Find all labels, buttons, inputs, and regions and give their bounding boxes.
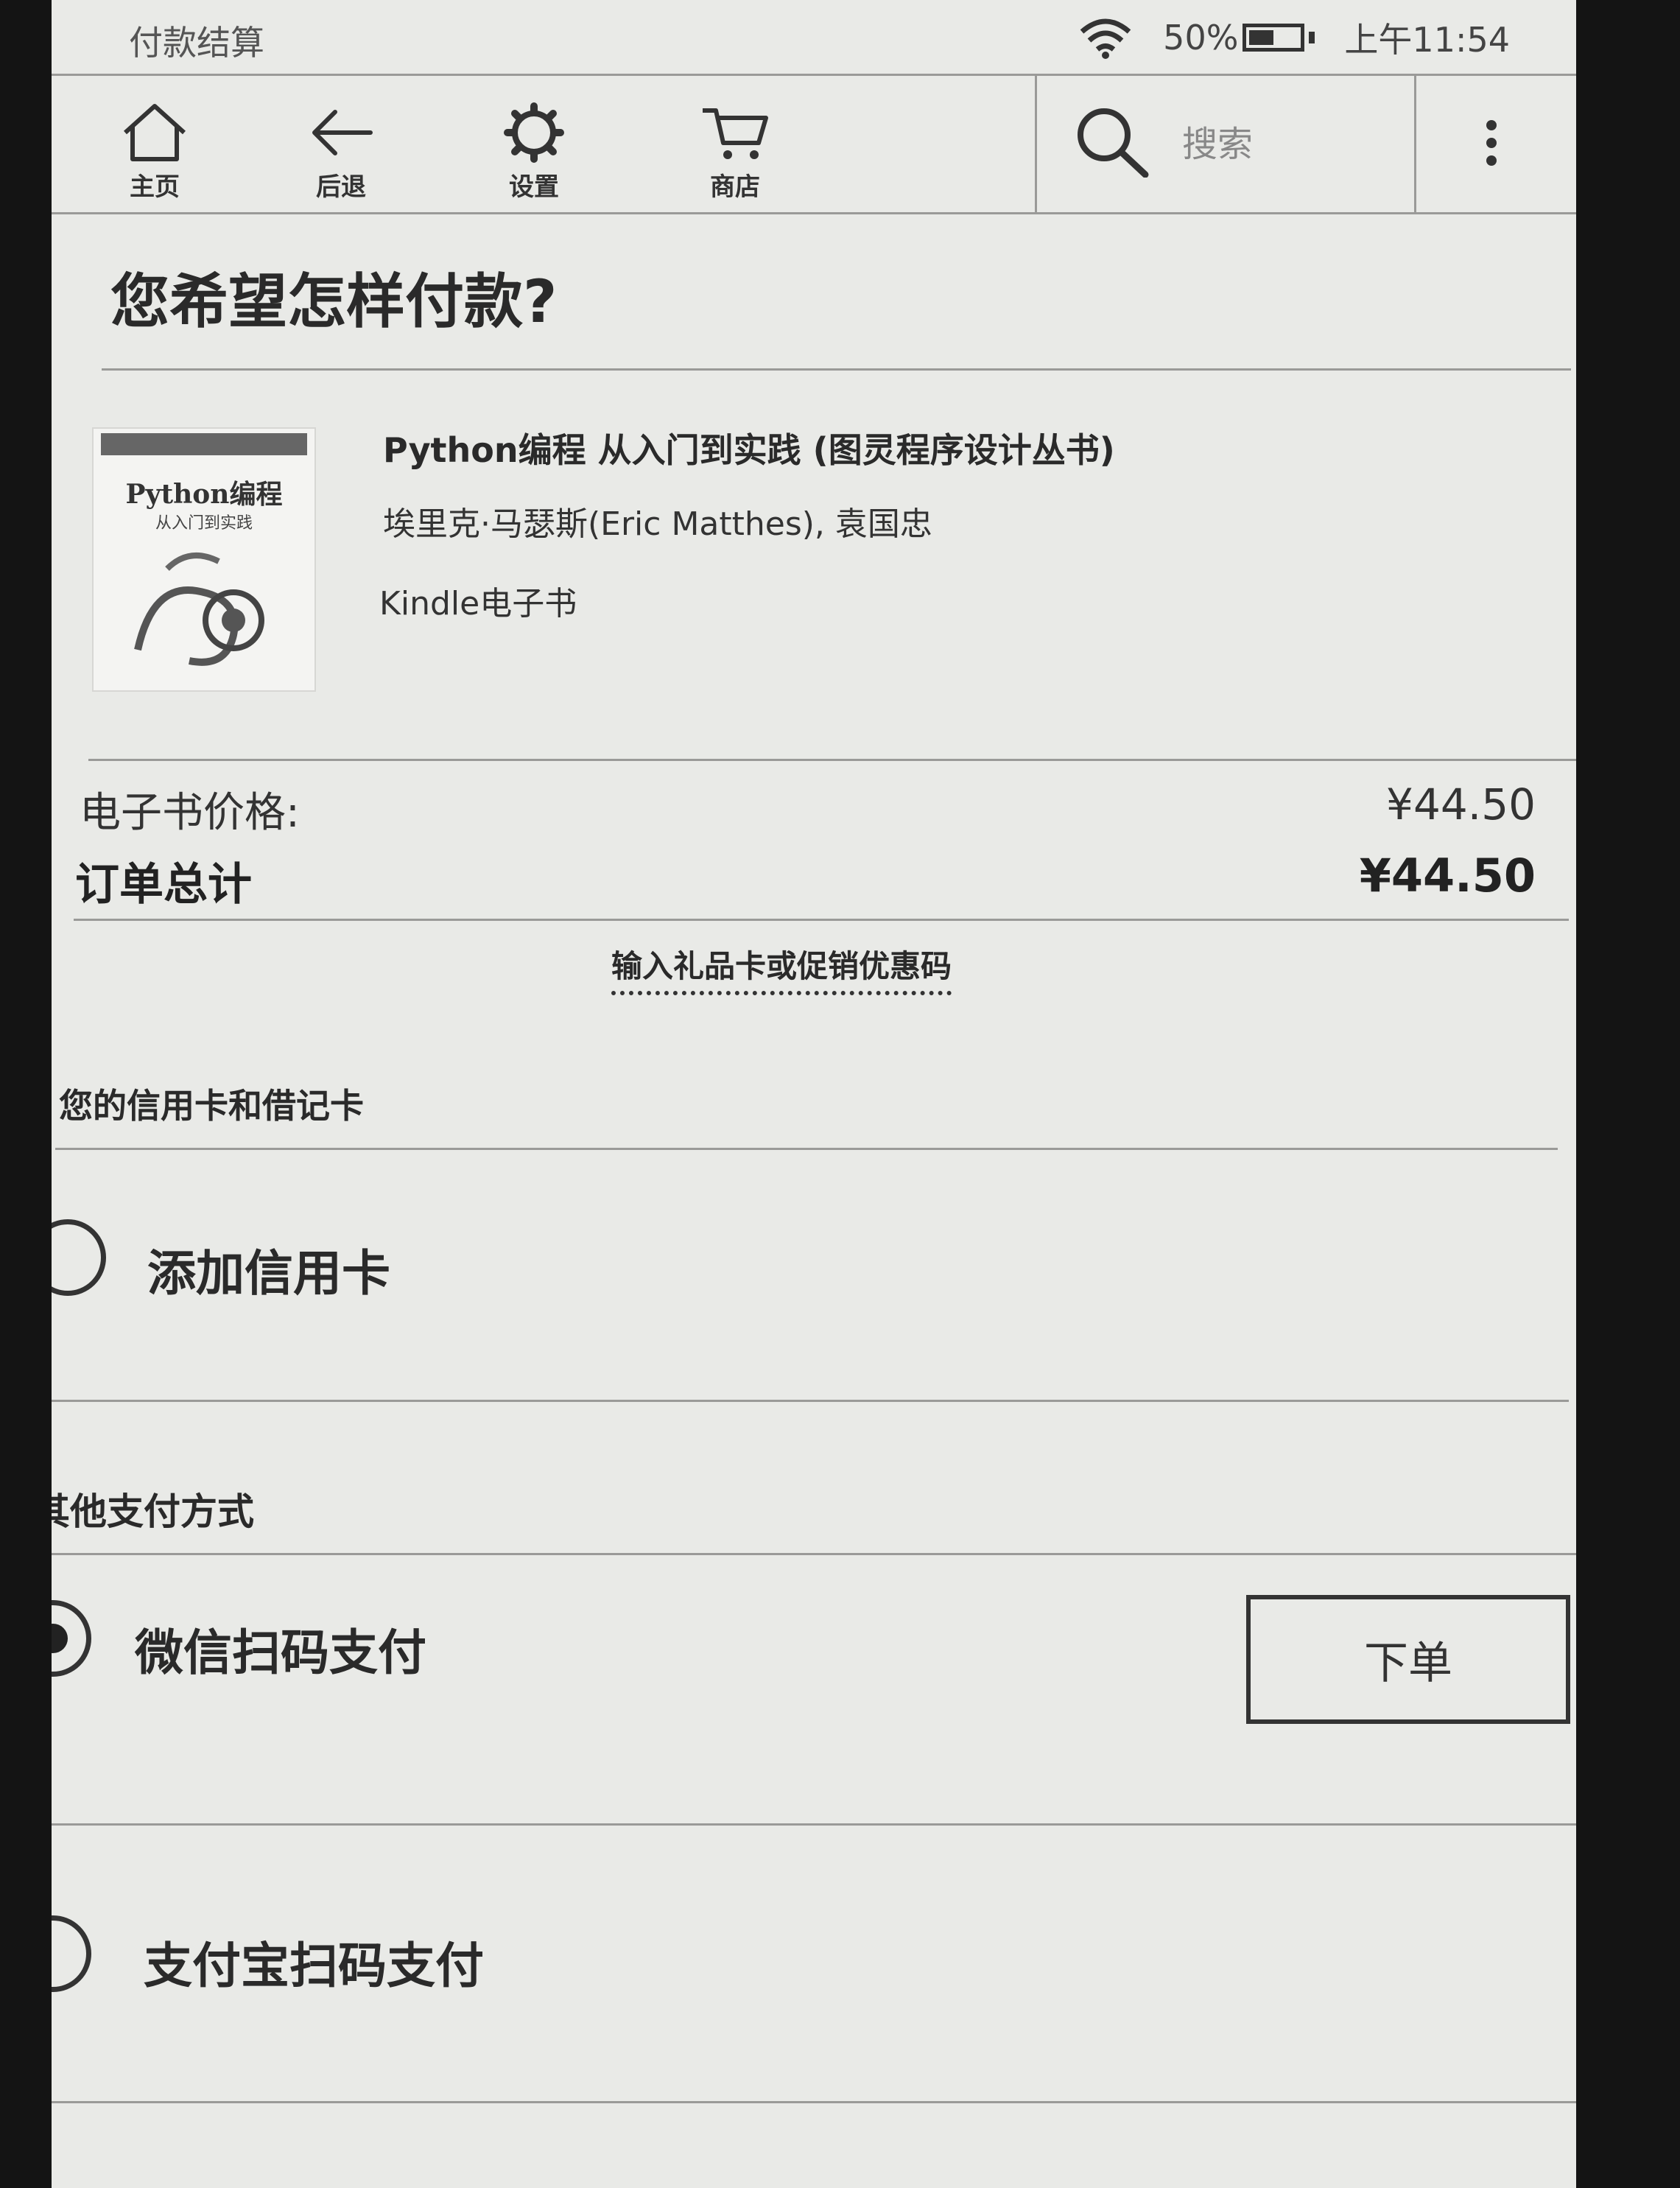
cover-subtitle: 从入门到实践 <box>155 514 253 533</box>
divider <box>52 1400 1569 1402</box>
store-button[interactable]: 商店 <box>680 102 790 203</box>
battery-percent: 50% <box>1163 18 1239 57</box>
order-total-value: ¥44.50 <box>1359 849 1536 902</box>
page-title: 您希望怎样付款? <box>110 267 558 336</box>
gift-card-promo-link[interactable]: 输入礼品卡或促销优惠码 <box>611 942 952 995</box>
gear-icon <box>504 102 564 163</box>
battery-tip <box>1309 32 1315 43</box>
more-dot-icon <box>1486 120 1497 130</box>
back-arrow-icon <box>312 110 373 155</box>
ebook-price-label: 电子书价格: <box>80 789 300 837</box>
alipay-label[interactable]: 支付宝扫码支付 <box>144 1926 484 1997</box>
battery-icon <box>1243 24 1305 52</box>
back-button[interactable]: 后退 <box>286 102 396 203</box>
more-menu-button[interactable] <box>1477 120 1506 173</box>
cover-band <box>101 433 307 455</box>
status-bar: 付款结算 50% 上午11:54 <box>52 0 1576 74</box>
divider <box>52 1823 1576 1826</box>
status-title: 付款结算 <box>129 23 264 63</box>
snake-illustration <box>134 553 264 666</box>
toolbar: 主页 后退 设置 商店 搜索 <box>52 76 1576 212</box>
book-cover[interactable]: Python编程 从入门到实践 <box>92 427 316 692</box>
alipay-radio[interactable] <box>52 1915 91 1992</box>
home-button[interactable]: 主页 <box>99 102 210 203</box>
cart-icon <box>703 108 768 159</box>
wifi-icon <box>1080 18 1131 59</box>
place-order-button[interactable]: 下单 <box>1246 1595 1570 1724</box>
store-label: 商店 <box>710 172 760 202</box>
search-icon <box>1078 108 1149 178</box>
book-format: Kindle电子书 <box>379 585 577 623</box>
ebook-price-value: ¥44.50 <box>1386 779 1536 830</box>
battery-indicator: 50% <box>1163 18 1315 57</box>
add-credit-card-label[interactable]: 添加信用卡 <box>147 1234 390 1305</box>
divider <box>102 368 1571 371</box>
order-total-label: 订单总计 <box>75 859 252 911</box>
more-dot-icon <box>1486 155 1497 166</box>
back-label: 后退 <box>316 172 366 202</box>
wechat-pay-radio[interactable] <box>52 1600 91 1677</box>
kindle-screen: 付款结算 50% 上午11:54 主页 后退 设置 商店 搜索 您希望怎样付款?… <box>52 0 1576 2188</box>
search-box[interactable]: 搜索 <box>1072 104 1253 178</box>
more-dot-icon <box>1486 138 1497 148</box>
home-icon <box>123 104 186 161</box>
book-author: 埃里克·马瑟斯(Eric Matthes), 袁国忠 <box>383 505 932 543</box>
divider <box>55 1148 1558 1150</box>
divider <box>52 2101 1576 2103</box>
cover-title: Python编程 <box>125 479 283 510</box>
settings-button[interactable]: 设置 <box>479 102 589 203</box>
book-title: Python编程 从入门到实践 (图灵程序设计丛书) <box>383 430 1115 470</box>
settings-label: 设置 <box>509 172 559 202</box>
clock: 上午11:54 <box>1344 20 1510 60</box>
divider <box>88 759 1576 761</box>
add-credit-card-radio[interactable] <box>52 1219 106 1296</box>
home-label: 主页 <box>130 172 180 202</box>
search-placeholder: 搜索 <box>1182 124 1254 165</box>
other-payment-heading: 其他支付方式 <box>52 1490 254 1533</box>
status-indicators: 50% 上午11:54 <box>1078 13 1510 62</box>
toolbar-divider <box>1414 76 1416 212</box>
divider <box>52 212 1576 214</box>
toolbar-divider <box>1035 76 1037 212</box>
divider <box>74 919 1569 921</box>
battery-fill <box>1249 30 1274 45</box>
wechat-pay-label[interactable]: 微信扫码支付 <box>135 1613 426 1684</box>
divider <box>52 1553 1576 1555</box>
cards-section-heading: 您的信用卡和借记卡 <box>59 1086 364 1126</box>
